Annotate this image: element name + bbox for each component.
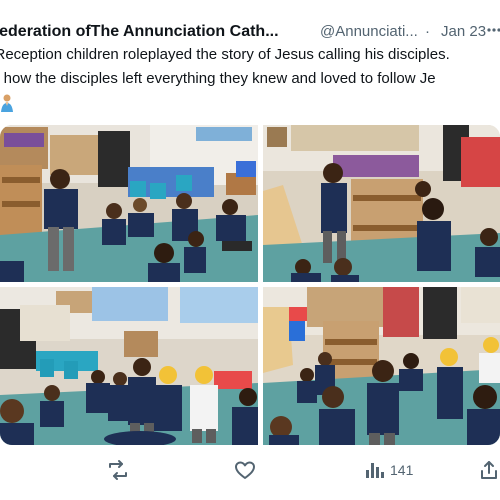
heart-icon[interactable]: [233, 458, 257, 482]
retweet-icon[interactable]: [106, 458, 130, 482]
author-name[interactable]: e Federation ofThe Annunciation Cath...: [0, 20, 279, 44]
more-icon[interactable]: [486, 22, 500, 43]
action-bar: 141: [0, 452, 500, 488]
author-handle[interactable]: @Annunciati...: [320, 20, 418, 44]
media-grid: [0, 125, 500, 445]
views-icon[interactable]: [364, 458, 386, 482]
tweet-header: e Federation ofThe Annunciation Cath... …: [0, 20, 500, 44]
separator-dot: ·: [425, 23, 430, 40]
photo-1[interactable]: [0, 125, 258, 282]
tweet-text-line-1: e Reception children roleplayed the stor…: [0, 46, 450, 63]
tweet-text-line-2: rnt how the disciples left everything th…: [0, 70, 436, 87]
photo-3[interactable]: [0, 287, 258, 445]
photo-2[interactable]: [263, 125, 500, 282]
views-count: 141: [390, 462, 414, 478]
praying-person-emoji: [0, 92, 18, 114]
tweet-date[interactable]: Jan 23: [441, 20, 486, 44]
photo-4[interactable]: [263, 287, 500, 445]
share-icon[interactable]: [478, 458, 500, 482]
